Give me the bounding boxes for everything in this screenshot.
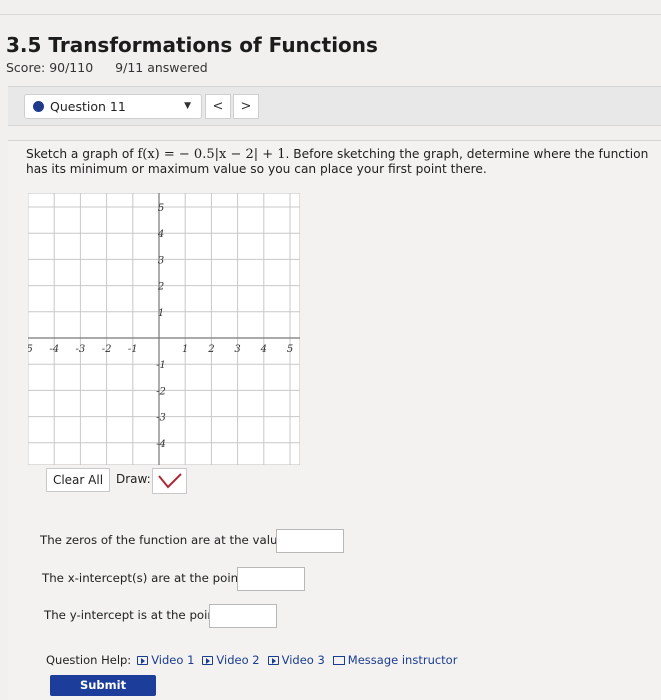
submit-question-button[interactable]: Submit Question	[50, 675, 156, 700]
next-question-button[interactable]: >	[233, 94, 259, 119]
x-tick-label: -3	[76, 344, 86, 355]
x-tick-label: -4	[49, 344, 59, 355]
x-tick-label: 2	[207, 344, 214, 355]
question-help: Question Help: Video 1 Video 2 Video 3 M…	[46, 653, 459, 667]
question-content: Sketch a graph of f(x) = − 0.5|x − 2| + …	[8, 140, 661, 700]
clear-all-button[interactable]: Clear All	[46, 468, 110, 492]
score-info: Score: 90/110 9/11 answered	[6, 60, 226, 75]
video-1-link[interactable]: Video 1	[137, 653, 194, 667]
y-tick-label: -2	[156, 386, 166, 397]
video-icon	[267, 655, 279, 665]
score-text: Score: 90/110	[6, 60, 94, 75]
y-tick-label: -3	[156, 413, 166, 424]
y-intercept-label: The y-intercept is at the point	[44, 608, 220, 622]
prompt-formula: f(x) = − 0.5|x − 2| + 1	[137, 147, 286, 162]
y-tick-label: -4	[156, 439, 166, 450]
y-tick-label: 4	[157, 229, 164, 240]
video-2-label: Video 2	[216, 653, 260, 667]
x-tick-label: -2	[102, 344, 112, 355]
x-tick-label: 4	[260, 344, 267, 355]
video-2-link[interactable]: Video 2	[202, 653, 260, 667]
answered-text: 9/11 answered	[115, 60, 208, 75]
caret-down-icon: ▼	[184, 101, 191, 111]
y-tick-label: -1	[156, 360, 166, 371]
y-tick-label: 2	[157, 282, 164, 293]
video-1-label: Video 1	[151, 653, 195, 667]
video-3-label: Video 3	[281, 653, 325, 667]
graphing-canvas[interactable]: -5-4-3-2-11234554321-1-2-3-4-5	[28, 193, 300, 465]
message-instructor-link[interactable]: Message instructor	[332, 653, 458, 667]
top-divider	[0, 14, 661, 15]
x-tick-label: 1	[182, 344, 188, 355]
envelope-icon	[332, 655, 345, 665]
x-tick-label: 5	[287, 344, 293, 355]
question-prompt: Sketch a graph of f(x) = − 0.5|x − 2| + …	[26, 147, 656, 177]
v-shape-icon	[158, 473, 182, 489]
video-icon	[202, 655, 214, 665]
zeros-label: The zeros of the function are at the val…	[40, 533, 291, 547]
status-dot-icon	[33, 101, 44, 112]
y-intercept-input[interactable]	[209, 604, 277, 628]
x-tick-label: -1	[128, 344, 138, 355]
zeros-input[interactable]	[276, 529, 344, 553]
question-bar: Question 11 ▼ < >	[8, 86, 661, 126]
video-3-link[interactable]: Video 3	[267, 653, 325, 667]
message-instructor-label: Message instructor	[347, 653, 458, 667]
x-intercepts-label: The x-intercept(s) are at the points	[42, 571, 249, 585]
draw-label: Draw:	[116, 472, 151, 486]
question-select-label: Question 11	[50, 99, 126, 114]
x-tick-label: -5	[28, 344, 33, 355]
page-title: 3.5 Transformations of Functions	[6, 33, 378, 57]
video-icon	[137, 655, 149, 665]
y-tick-label: 1	[158, 308, 164, 319]
question-select[interactable]: Question 11 ▼	[24, 94, 202, 119]
x-tick-label: 3	[234, 344, 240, 355]
prev-question-button[interactable]: <	[205, 94, 231, 119]
prompt-text-start: Sketch a graph of	[26, 147, 138, 161]
y-tick-label: 3	[158, 255, 164, 266]
draw-absolute-value-tool[interactable]	[152, 468, 187, 494]
x-intercepts-input[interactable]	[237, 567, 305, 591]
question-help-label: Question Help:	[46, 653, 132, 667]
y-tick-label: 5	[158, 203, 164, 214]
